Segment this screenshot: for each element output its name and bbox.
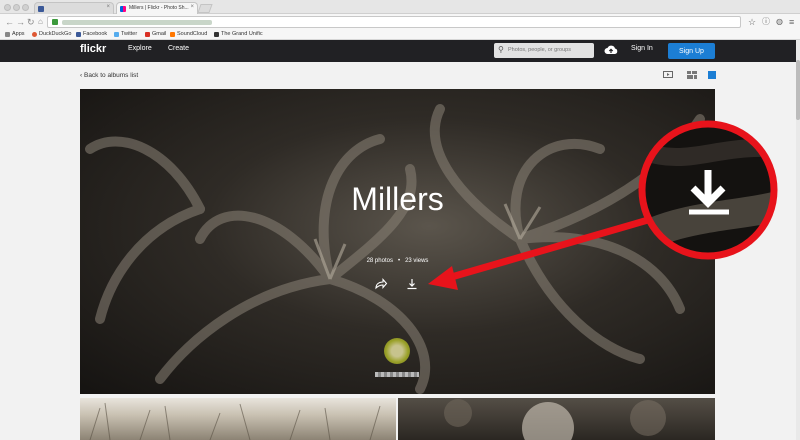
nav-explore[interactable]: Explore bbox=[128, 45, 152, 52]
photo-thumbnail-1[interactable] bbox=[80, 398, 396, 440]
close-window-dot[interactable] bbox=[4, 4, 11, 11]
new-tab-button[interactable] bbox=[197, 4, 213, 13]
download-icon[interactable] bbox=[405, 277, 419, 291]
info-icon[interactable]: ⓘ bbox=[762, 17, 770, 27]
owner-name-blurred[interactable] bbox=[375, 372, 419, 377]
bookmark-twitter[interactable]: Twitter bbox=[114, 31, 137, 37]
forward-arrow-icon[interactable]: → bbox=[16, 16, 25, 28]
page-icon bbox=[214, 32, 219, 37]
flickr-logo[interactable]: flickr bbox=[80, 43, 106, 55]
facebook-icon bbox=[76, 32, 81, 37]
browser-tab-2[interactable]: Millers | Flickr - Photo Sh... × bbox=[116, 2, 198, 14]
cloud-upload-icon[interactable] bbox=[604, 44, 618, 56]
album-stats: 28 photos • 23 views bbox=[80, 258, 715, 264]
back-to-albums-link[interactable]: ‹ Back to albums list bbox=[80, 72, 138, 79]
star-bookmark-icon[interactable]: ☆ bbox=[748, 17, 756, 27]
secure-lock-icon bbox=[52, 19, 58, 25]
back-arrow-icon[interactable]: ← bbox=[5, 16, 14, 28]
view-count: 23 views bbox=[405, 258, 429, 264]
home-icon[interactable]: ⌂ bbox=[38, 16, 43, 28]
browser-tab-bar: × Millers | Flickr - Photo Sh... × bbox=[0, 0, 800, 14]
bookmark-apps[interactable]: Apps bbox=[5, 31, 25, 37]
bookmark-gmail[interactable]: Gmail bbox=[145, 31, 166, 37]
photo-count: 28 photos bbox=[366, 258, 393, 264]
tab-close-icon[interactable]: × bbox=[190, 4, 194, 10]
twitter-icon bbox=[114, 32, 119, 37]
grid-view-icon[interactable] bbox=[687, 71, 697, 79]
album-title: Millers bbox=[351, 181, 444, 217]
facebook-favicon-icon bbox=[38, 6, 44, 12]
bookmark-soundcloud[interactable]: SoundCloud bbox=[170, 31, 207, 37]
slideshow-icon[interactable] bbox=[663, 71, 673, 79]
detail-view-icon[interactable] bbox=[707, 71, 717, 79]
foliage-photo-image bbox=[444, 399, 666, 440]
duckduckgo-icon bbox=[32, 32, 37, 37]
flickr-header: flickr Explore Create ⚲ Sign In Sign Up bbox=[0, 40, 796, 62]
tab-close-icon[interactable]: × bbox=[106, 4, 110, 10]
bookmark-facebook[interactable]: Facebook bbox=[76, 31, 107, 37]
address-url-blurred bbox=[62, 20, 212, 25]
owner-avatar[interactable] bbox=[384, 338, 410, 364]
menu-icon[interactable]: ≡ bbox=[789, 17, 794, 27]
soundcloud-icon bbox=[170, 32, 175, 37]
reload-icon[interactable]: ↻ bbox=[27, 16, 35, 28]
extension-icon[interactable]: ◍ bbox=[776, 17, 783, 27]
maximize-window-dot[interactable] bbox=[22, 4, 29, 11]
browser-toolbar: ← → ↻ ⌂ ☆ ⓘ ◍ ≡ bbox=[0, 14, 800, 30]
address-bar[interactable] bbox=[47, 16, 741, 28]
bookmarks-bar: Apps DuckDuckGo Facebook Twitter Gmail S… bbox=[0, 30, 800, 40]
bookmark-duckduckgo[interactable]: DuckDuckGo bbox=[32, 31, 71, 37]
tab-title: Millers | Flickr - Photo Sh... bbox=[129, 5, 189, 11]
photo-thumbnail-2[interactable] bbox=[398, 398, 715, 440]
apps-grid-icon bbox=[5, 32, 10, 37]
scrollbar-thumb[interactable] bbox=[796, 60, 800, 120]
stats-separator: • bbox=[397, 258, 401, 264]
sign-in-link[interactable]: Sign In bbox=[631, 45, 653, 52]
browser-tab-1[interactable]: × bbox=[34, 2, 114, 14]
grass-photo-image bbox=[89, 402, 381, 440]
gmail-icon bbox=[145, 32, 150, 37]
nav-create[interactable]: Create bbox=[168, 45, 189, 52]
search-box: ⚲ bbox=[494, 43, 594, 58]
search-input[interactable] bbox=[508, 45, 592, 55]
flickr-favicon-icon bbox=[120, 6, 126, 12]
search-icon[interactable]: ⚲ bbox=[498, 45, 504, 54]
sign-up-button[interactable]: Sign Up bbox=[668, 43, 715, 59]
page-scrollbar[interactable] bbox=[796, 40, 800, 440]
minimize-window-dot[interactable] bbox=[13, 4, 20, 11]
back-link-label: Back to albums list bbox=[83, 72, 139, 79]
share-arrow-icon[interactable] bbox=[374, 277, 388, 291]
bookmark-grand-unific[interactable]: The Grand Unific bbox=[214, 31, 263, 37]
